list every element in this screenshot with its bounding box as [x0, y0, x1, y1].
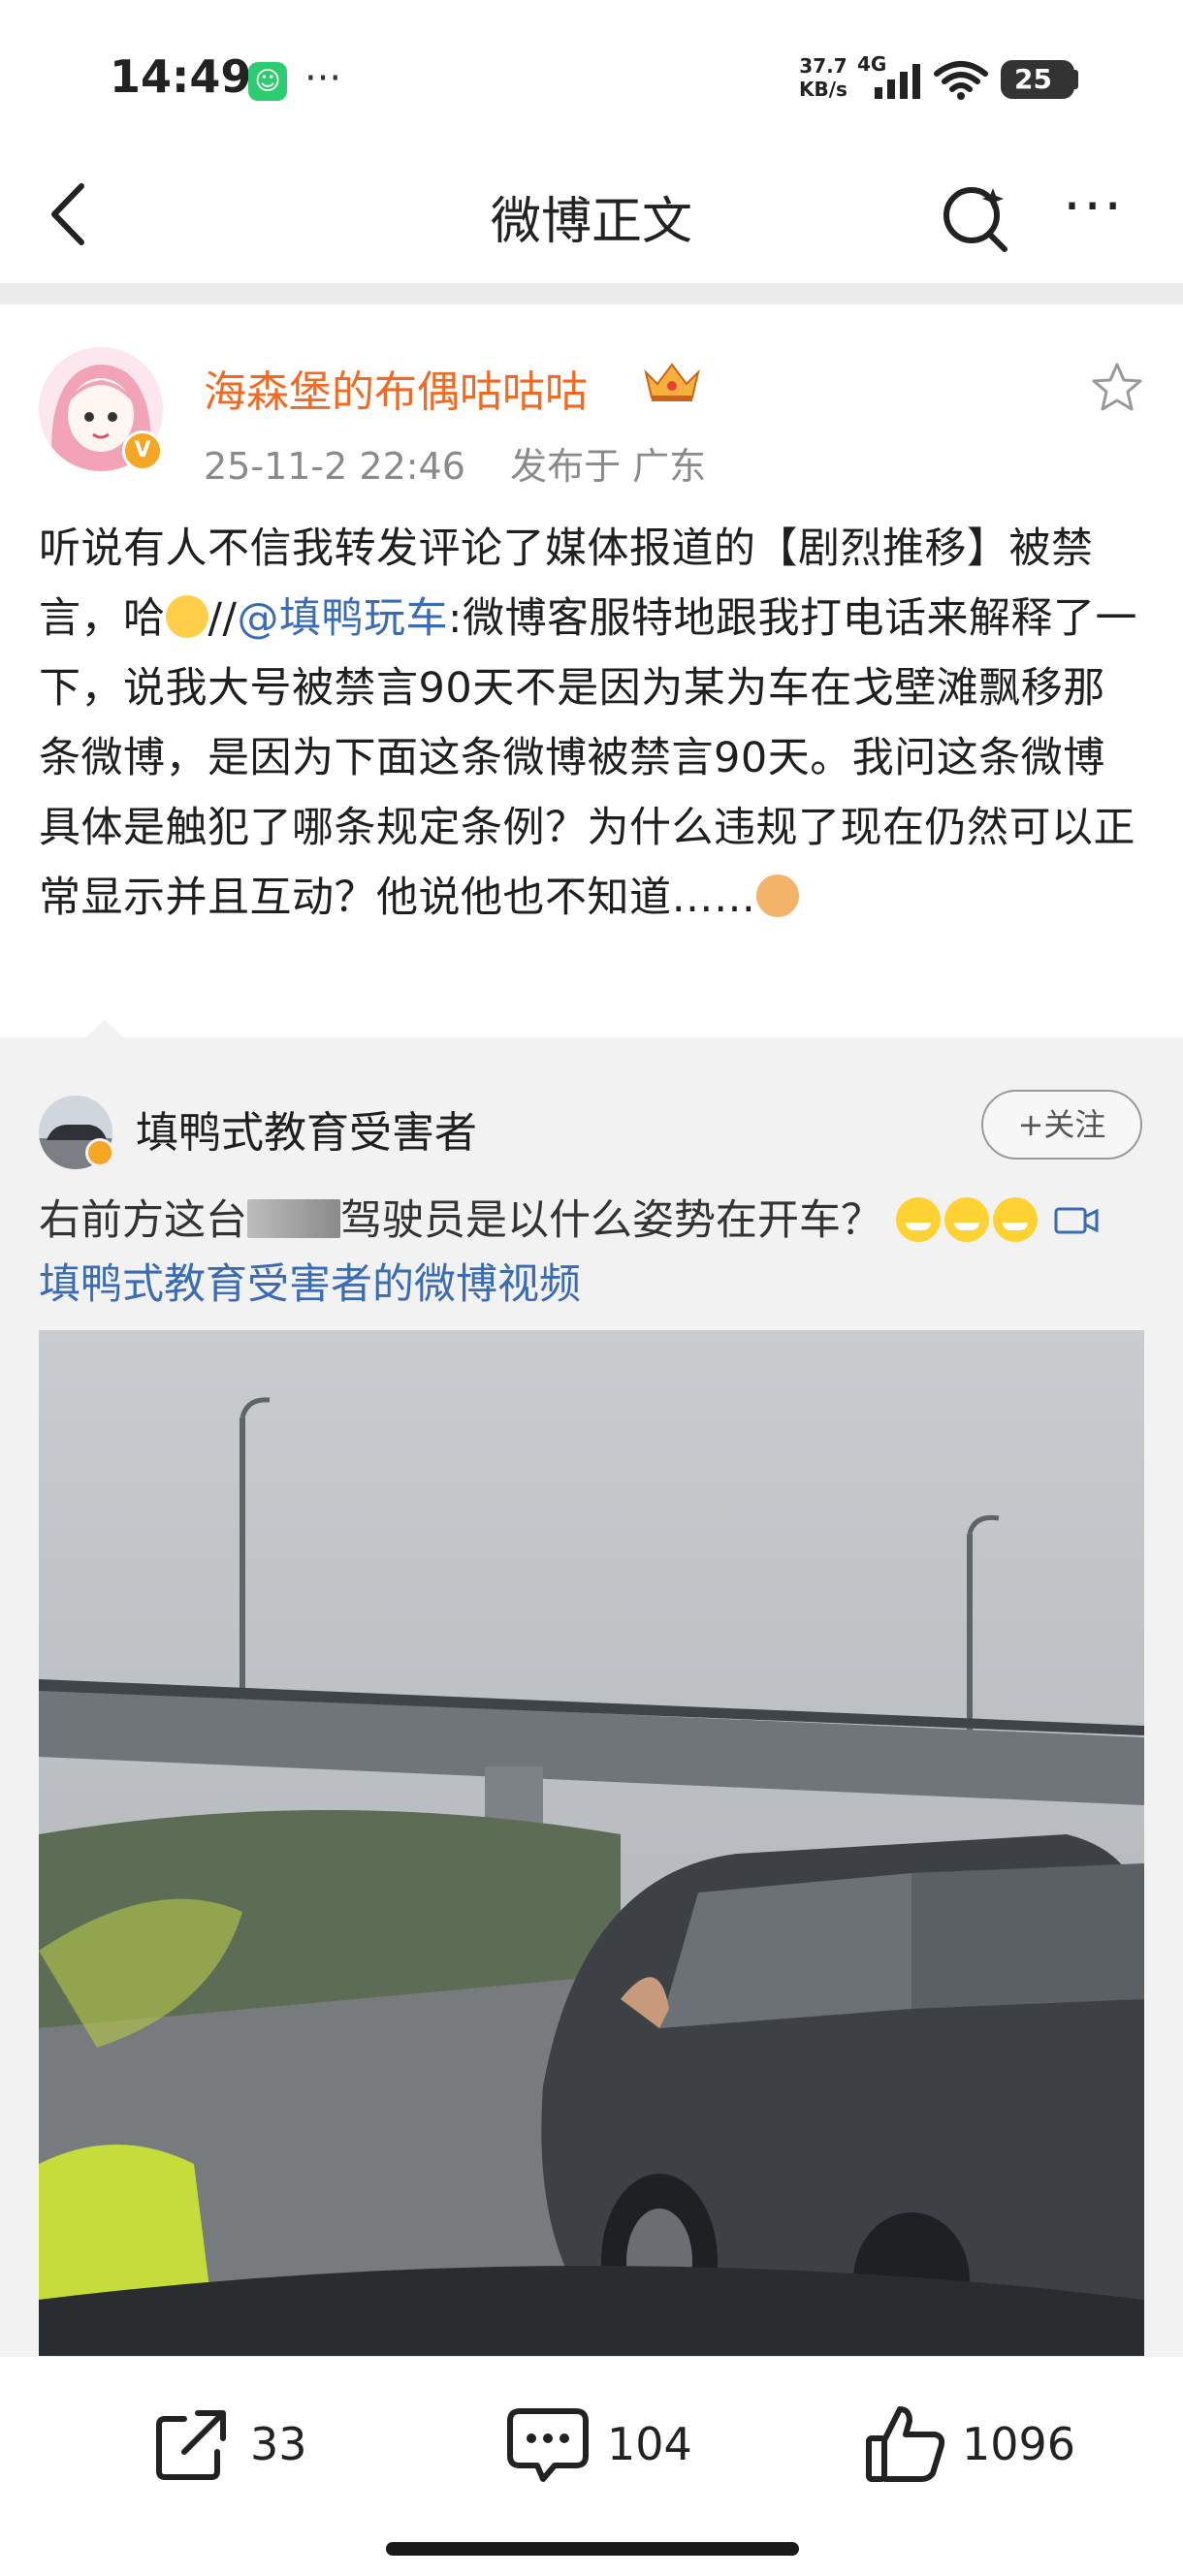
repost-text: 右前方这台 驾驶员是以什么姿势在开车？ 填鸭式教育受害者的微博视频 — [39, 1189, 1154, 1317]
repost-notch — [83, 1020, 126, 1039]
crown-icon — [644, 363, 700, 401]
thumbs-up-icon — [866, 2406, 945, 2482]
post-meta: 25-11-2 22:46 发布于 广东 — [204, 436, 706, 490]
post-text: 听说有人不信我转发评论了媒体报道的【剧烈推移】被禁言，哈//@填鸭玩车:微博客服… — [39, 514, 1144, 933]
verified-badge-icon: V — [122, 430, 163, 471]
status-time: 14:49 — [110, 50, 252, 103]
follow-button[interactable]: +关注 — [981, 1090, 1142, 1160]
sweat-smile-emoji-icon — [895, 1197, 941, 1242]
post-text-slash: // — [208, 594, 238, 643]
annoyed-emoji-icon — [165, 595, 208, 638]
star-icon[interactable] — [1090, 361, 1144, 415]
video-player[interactable] — [39, 1330, 1144, 2356]
comment-count: 104 — [607, 2418, 692, 2470]
repost-author-name[interactable]: 填鸭式教育受害者 — [136, 1097, 477, 1160]
app-notification-icon: ☺ — [248, 62, 287, 101]
more-icon[interactable]: ··· — [1063, 173, 1124, 240]
repost-count: 33 — [250, 2418, 307, 2470]
blurred-brand — [247, 1199, 340, 1238]
status-more-icon: ··· — [304, 56, 342, 101]
repost-text-part2: 驾驶员是以什么姿势在开车？ — [340, 1196, 882, 1245]
repost-verified-badge-icon — [85, 1138, 114, 1167]
author-name[interactable]: 海森堡的布偶咕咕咕 — [204, 357, 588, 419]
wifi-icon — [934, 61, 988, 100]
video-link[interactable]: 填鸭式教育受害者的微博视频 — [39, 1260, 581, 1309]
doge-emoji-icon — [755, 875, 799, 917]
video-frame-image — [39, 1330, 1144, 2356]
post-location: 发布于 广东 — [510, 445, 707, 488]
battery-icon: 25 — [1001, 60, 1074, 99]
comment-icon — [507, 2408, 589, 2482]
battery-level: 25 — [1014, 63, 1052, 95]
sweat-smile-emoji-icon — [943, 1197, 989, 1242]
repost-text-part1: 右前方这台 — [39, 1196, 247, 1245]
post-text-part3: :微博客服特地跟我打电话来解释了一下，说我大号被禁言90天不是因为某为车在戈壁滩… — [39, 594, 1137, 922]
post-timestamp: 25-11-2 22:46 — [204, 445, 465, 488]
battery-tip — [1072, 70, 1078, 89]
search-icon[interactable] — [937, 178, 1014, 256]
like-button[interactable]: 1096 — [863, 2401, 1075, 2488]
repost-icon — [156, 2410, 226, 2480]
mention-link[interactable]: @填鸭玩车 — [237, 594, 448, 643]
comment-button[interactable]: 104 — [504, 2401, 692, 2488]
sweat-smile-emoji-icon — [992, 1197, 1038, 1242]
network-speed: 37.7 KB/s — [799, 54, 847, 101]
section-divider — [0, 283, 1183, 304]
signal-icon — [875, 64, 920, 99]
like-count: 1096 — [962, 2418, 1076, 2470]
video-icon — [1054, 1207, 1099, 1234]
repost-button[interactable]: 33 — [151, 2401, 307, 2488]
home-indicator[interactable] — [386, 2542, 799, 2556]
